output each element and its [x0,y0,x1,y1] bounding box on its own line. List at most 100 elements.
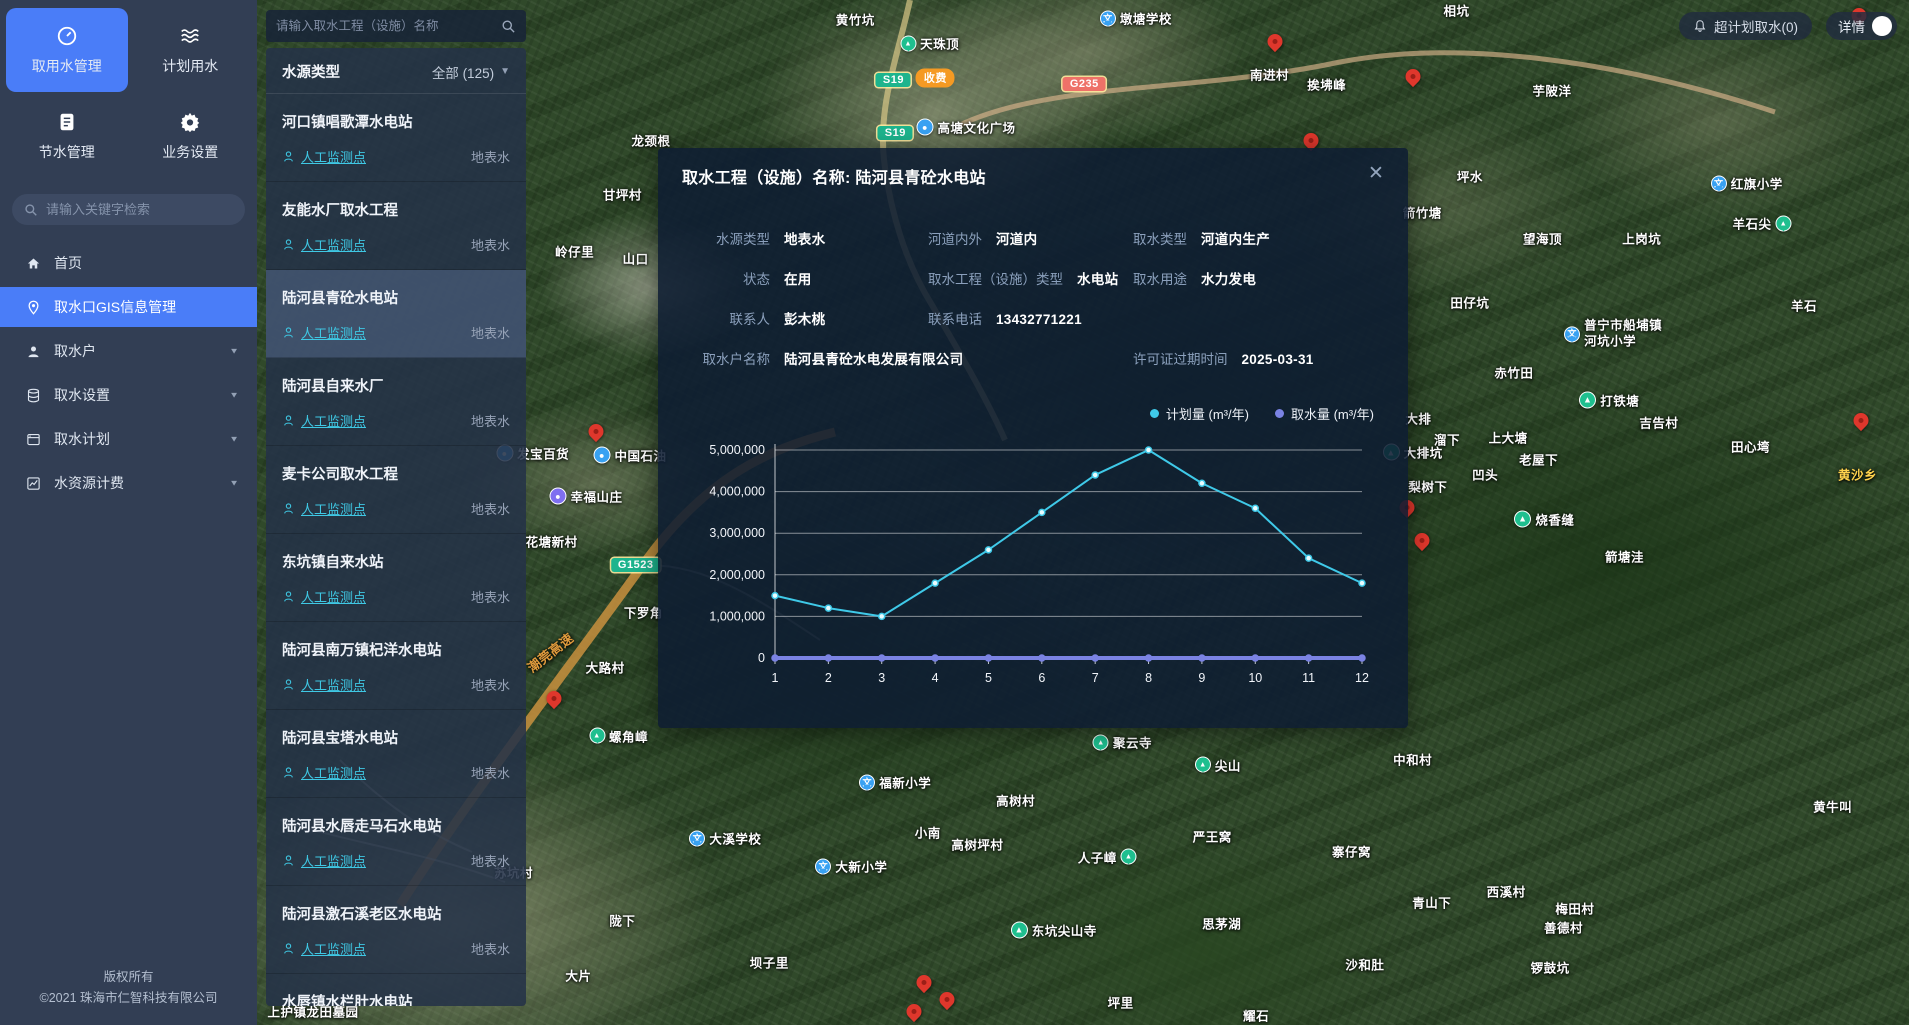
map-label: 甘坪村 [603,184,642,203]
map-label: 黄沙乡 [1838,464,1877,483]
school-pin-icon: 文 [1100,10,1116,26]
window-icon [26,432,41,447]
menu-item-label: 取水设置 [54,385,110,405]
map-label: 羊石 [1791,296,1817,315]
map-label: 老屋下 [1519,450,1558,469]
map-label: ●中国石油 [593,446,666,465]
data-point [1039,509,1045,515]
water-source-type: 地表水 [471,851,510,870]
facility-list-item[interactable]: 河口镇唱歌潭水电站人工监测点地表水 [266,94,526,182]
map-label: 山口 [623,249,649,268]
field-group: 取水类型河道内生产 [1133,228,1270,248]
y-tick-label: 2,000,000 [709,568,765,582]
person-icon [282,238,295,251]
school-pin-icon: 文 [1711,175,1727,191]
close-icon[interactable]: ✕ [1364,162,1388,186]
monitor-tag[interactable]: 人工监测点 [282,587,366,606]
x-tick-label: 6 [1038,671,1045,685]
data-point [985,655,991,661]
monitor-tag[interactable]: 人工监测点 [282,939,366,958]
sidebar-search[interactable] [12,194,245,225]
x-tick-label: 4 [932,671,939,685]
chevron-down-icon: ▼ [229,479,239,488]
facility-list-item[interactable]: 陆河县水唇走马石水电站人工监测点地表水 [266,798,526,886]
y-tick-label: 0 [758,651,765,665]
data-point [1092,655,1098,661]
field-value: 2025-03-31 [1242,352,1314,367]
detail-toggle[interactable]: 详情 [1826,12,1897,40]
map-label: 凹头 [1472,464,1498,483]
field-value: 在用 [784,268,812,288]
facility-list-item[interactable]: 陆河县激石溪老区水电站人工监测点地表水 [266,886,526,974]
facility-name: 陆河县宝塔水电站 [282,727,510,748]
facility-search[interactable] [266,10,526,42]
menu-item-label: 取水口GIS信息管理 [54,297,176,317]
facility-search-input[interactable] [276,19,501,33]
monitor-tag[interactable]: 人工监测点 [282,763,366,782]
module-tile-2[interactable]: 计划用水 [130,8,252,92]
map-label: 赤竹田 [1494,363,1533,382]
sidebar-search-input[interactable] [46,202,233,217]
school-pin-icon: 文 [859,774,875,790]
module-switcher: 取用水管理计划用水节水管理业务设置 [0,0,257,188]
map-label: 坪水 [1457,167,1483,186]
data-point [932,655,938,661]
x-tick-label: 12 [1355,671,1369,685]
legend-item: 计划量 (m³/年) [1150,404,1249,423]
data-point [1359,580,1365,586]
facility-list-item[interactable]: 水唇镇水栏肚水电站人工监测点地表水 [266,974,526,1006]
map-label: 西溪村 [1487,881,1526,900]
facility-list-item[interactable]: 东坑镇自来水站人工监测点地表水 [266,534,526,622]
x-tick-label: 3 [878,671,885,685]
facility-list-item[interactable]: 陆河县自来水厂人工监测点地表水 [266,358,526,446]
chevron-down-icon: ▼ [229,435,239,444]
monitor-tag[interactable]: 人工监测点 [282,851,366,870]
module-tile-3[interactable]: 节水管理 [6,94,128,178]
menu-item-1[interactable]: 首页 [0,243,257,283]
module-tile-1[interactable]: 取用水管理 [6,8,128,92]
filter-dropdown[interactable]: 全部 (125) ▼ [432,62,510,82]
over-plan-alert-badge[interactable]: 超计划取水(0) [1679,12,1812,40]
module-tile-4[interactable]: 业务设置 [130,94,252,178]
menu-item-3[interactable]: 取水户▼ [0,331,257,371]
facility-detail-modal: 取水工程（设施）名称: 陆河县青砼水电站 ✕ 水源类型地表水河道内外河道内取水类… [658,148,1408,728]
facility-name: 陆河县青砼水电站 [282,287,510,308]
monitor-tag[interactable]: 人工监测点 [282,411,366,430]
facility-filter-bar: 水源类型 全部 (125) ▼ [266,48,526,94]
toggle-knob[interactable] [1872,16,1892,36]
resort-poi-icon: ● [550,488,567,505]
map-label: G1523 [611,558,661,572]
monitor-tag[interactable]: 人工监测点 [282,147,366,166]
data-point [825,605,831,611]
x-tick-label: 10 [1248,671,1262,685]
search-icon[interactable] [501,19,516,34]
water-source-type: 地表水 [471,939,510,958]
map-label: 箭塘洼 [1605,546,1644,565]
field-group: 取水工程（设施）类型水电站 [928,268,1118,288]
menu-item-5[interactable]: 取水计划▼ [0,419,257,459]
field-label: 河道内外 [928,228,982,248]
menu-item-2[interactable]: 取水口GIS信息管理 [0,287,257,327]
x-tick-label: 5 [985,671,992,685]
monitor-tag[interactable]: 人工监测点 [282,235,366,254]
water-source-type: 地表水 [471,411,510,430]
home-icon [26,256,41,271]
facility-list-item[interactable]: 友能水厂取水工程人工监测点地表水 [266,182,526,270]
facility-list-item[interactable]: 陆河县青砼水电站人工监测点地表水 [266,270,526,358]
map-label: ▲烧香缝 [1514,509,1574,528]
monitor-tag[interactable]: 人工监测点 [282,675,366,694]
menu-item-6[interactable]: 水资源计费▼ [0,463,257,503]
monitor-tag[interactable]: 人工监测点 [282,323,366,342]
facility-list-item[interactable]: 陆河县宝塔水电站人工监测点地表水 [266,710,526,798]
field-label: 水源类型 [678,228,770,248]
map-label: S19 [876,73,911,87]
menu-item-4[interactable]: 取水设置▼ [0,375,257,415]
facility-list-item[interactable]: 陆河县南万镇杞洋水电站人工监测点地表水 [266,622,526,710]
module-label: 业务设置 [162,142,218,162]
doc-icon [56,111,78,133]
facility-list-item[interactable]: 麦卡公司取水工程人工监测点地表水 [266,446,526,534]
map-label: 高树村 [996,790,1035,809]
field-row: 联系人彭木桃联系电话13432771221 [678,308,1388,348]
map-label: 中和村 [1393,749,1432,768]
monitor-tag[interactable]: 人工监测点 [282,499,366,518]
